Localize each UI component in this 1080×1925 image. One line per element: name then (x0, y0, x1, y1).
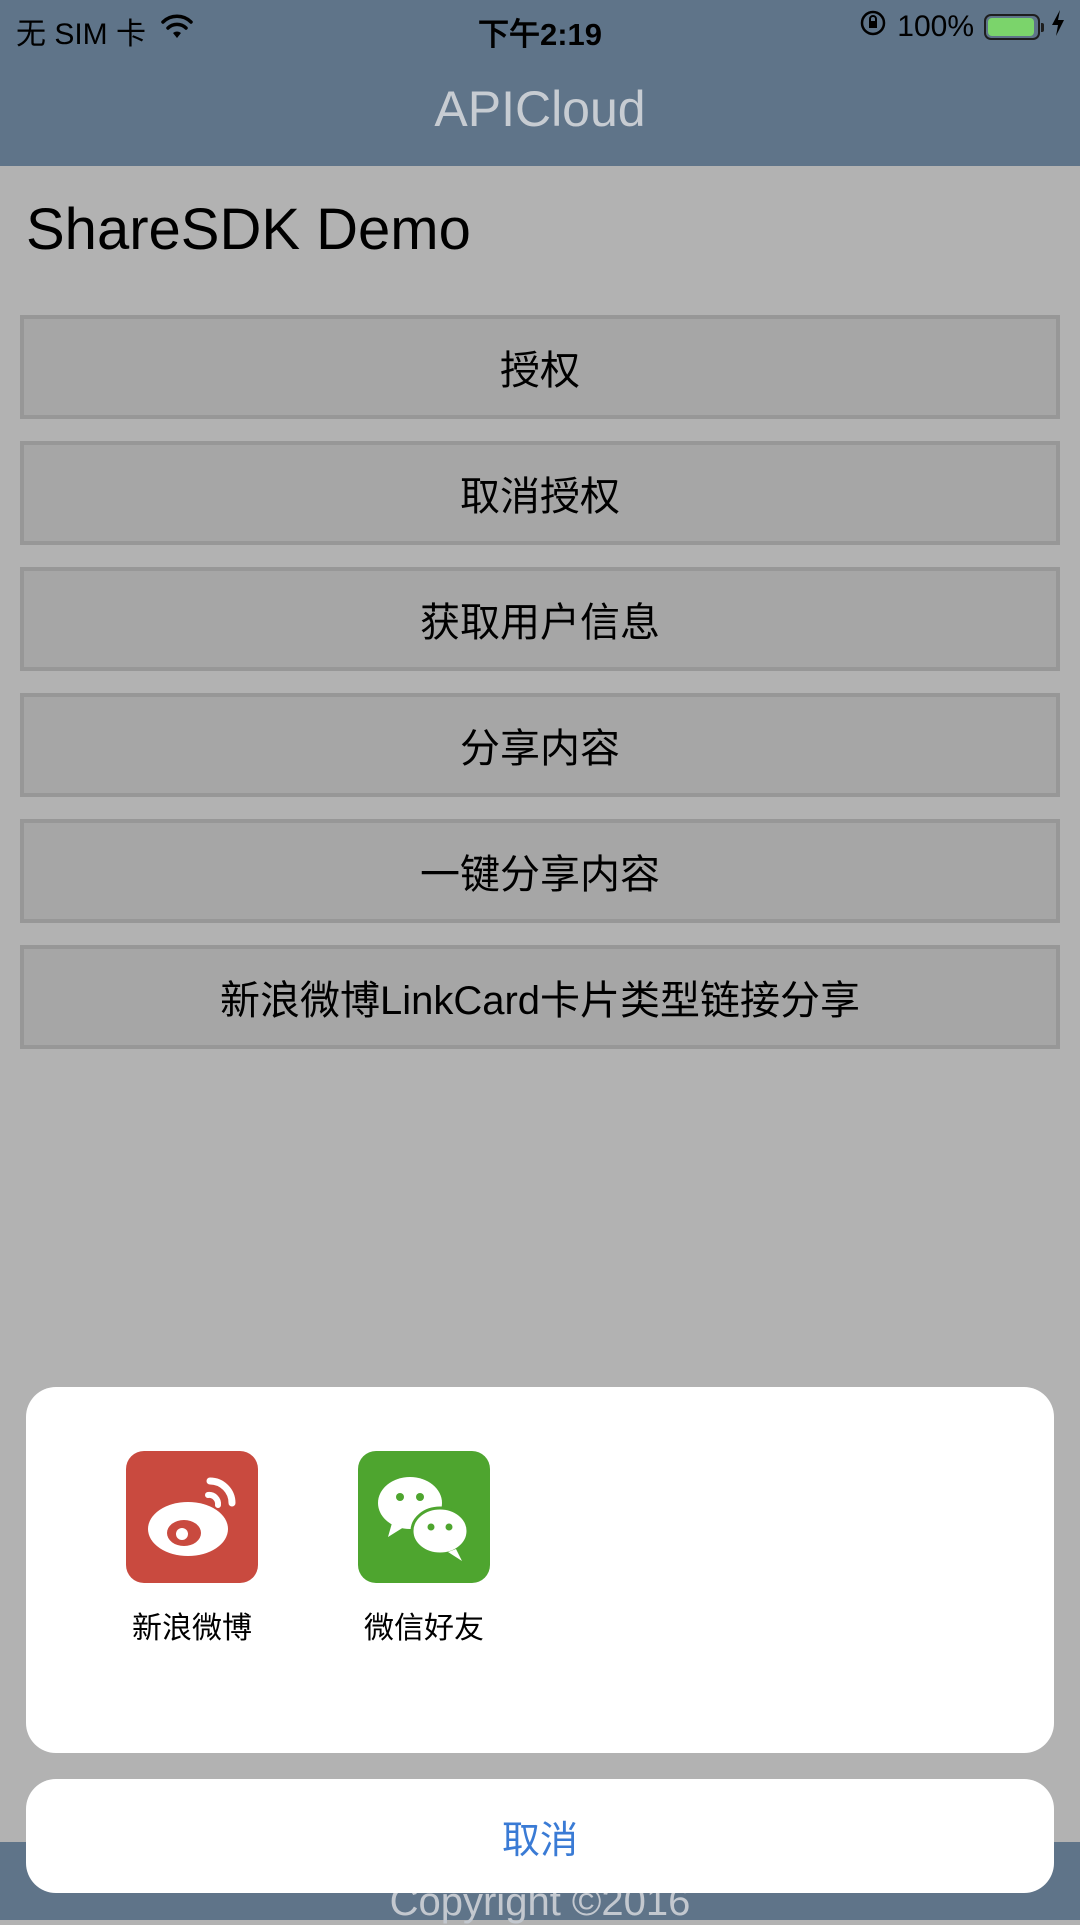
charging-icon (1050, 9, 1066, 45)
share-item-label: 微信好友 (364, 1612, 484, 1645)
status-right: 100% (859, 9, 1066, 45)
authorize-button[interactable]: 授权 (20, 315, 1060, 419)
battery-icon (984, 14, 1044, 40)
share-content-button[interactable]: 分享内容 (20, 693, 1060, 797)
share-item-label: 新浪微博 (132, 1612, 252, 1645)
cancel-button[interactable]: 取消 (26, 1779, 1054, 1893)
one-key-share-button[interactable]: 一键分享内容 (20, 819, 1060, 923)
share-item-weibo[interactable]: 新浪微博 (112, 1451, 272, 1647)
share-sheet: 新浪微博 微信好友 (26, 1387, 1054, 1753)
cancel-authorize-button[interactable]: 取消授权 (20, 441, 1060, 545)
action-list: 授权 取消授权 获取用户信息 分享内容 一键分享内容 新浪微博LinkCard卡… (20, 315, 1060, 1071)
weibo-icon (126, 1451, 258, 1583)
battery-percent: 100% (897, 10, 974, 43)
wechat-icon (358, 1451, 490, 1583)
app-header: APICloud (0, 54, 1080, 166)
page-heading: ShareSDK Demo (26, 197, 471, 262)
header-title: APICloud (434, 81, 646, 137)
weibo-linkcard-share-button[interactable]: 新浪微博LinkCard卡片类型链接分享 (20, 945, 1060, 1049)
status-bar: 无 SIM 卡 下午2:19 100% (0, 0, 1080, 54)
get-user-info-button[interactable]: 获取用户信息 (20, 567, 1060, 671)
rotation-lock-icon (859, 9, 887, 45)
share-item-wechat[interactable]: 微信好友 (344, 1451, 504, 1647)
